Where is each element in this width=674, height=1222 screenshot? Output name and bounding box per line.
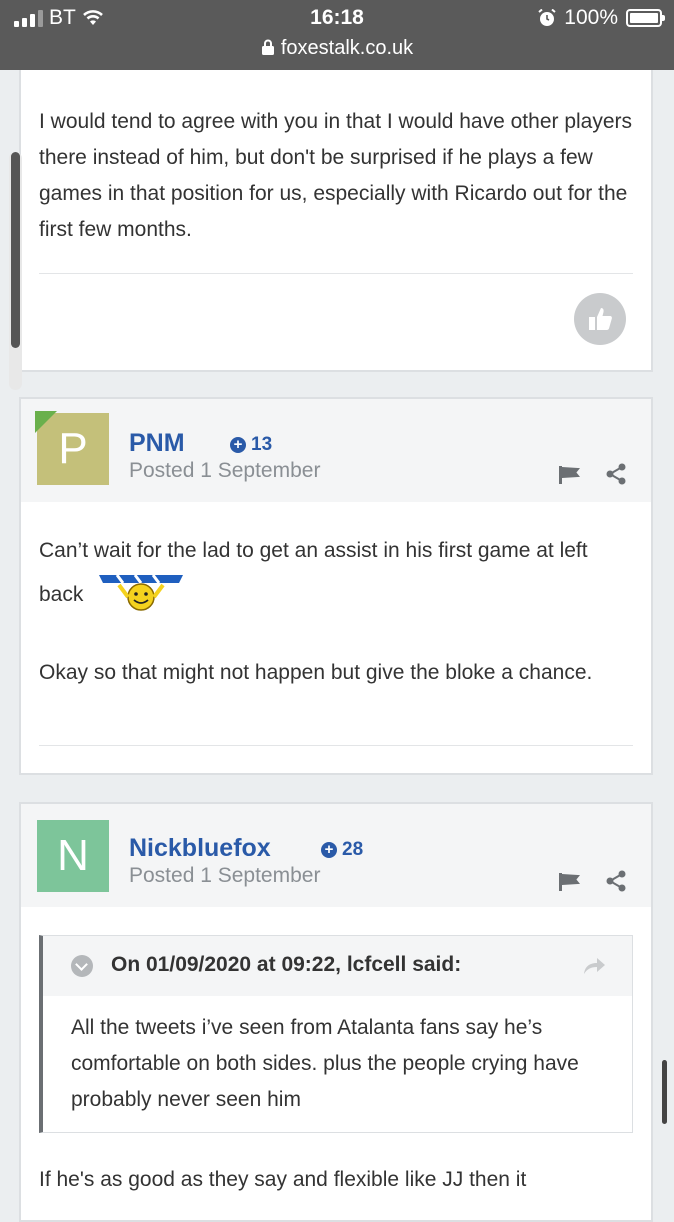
username-link[interactable]: PNM [129, 429, 185, 458]
collapse-chevron-icon[interactable] [71, 955, 93, 977]
like-button[interactable] [574, 293, 626, 345]
avatar-letter: P [58, 424, 88, 473]
post-pnm: P PNM + 13 Posted 1 September Can’t wait… [19, 397, 653, 775]
divider [39, 745, 633, 746]
post-tools [559, 870, 627, 892]
post-tools [559, 463, 627, 485]
reputation-badge: + 28 [321, 839, 363, 861]
thumbs-up-icon [589, 308, 612, 330]
share-icon[interactable] [605, 870, 627, 892]
url-text: foxestalk.co.uk [280, 37, 414, 59]
username-link[interactable]: Nickbluefox [129, 834, 271, 863]
lock-icon [261, 39, 274, 55]
post-text: Okay so that might not happen but give t… [39, 661, 593, 684]
post-paragraph: Can’t wait for the lad to get an assist … [39, 533, 633, 613]
quote-header: On 01/09/2020 at 09:22, lcfcell said: [43, 936, 632, 996]
page-scrollbar[interactable] [662, 1060, 667, 1124]
avatar[interactable]: N [37, 820, 109, 892]
address-bar[interactable]: foxestalk.co.uk [0, 37, 674, 60]
cheering-smiley-icon [99, 574, 184, 611]
plus-circle-icon: + [321, 842, 337, 858]
go-to-quote-arrow-icon[interactable] [582, 957, 606, 975]
post-nickbluefox: N Nickbluefox + 28 Posted 1 September On… [19, 802, 653, 1222]
post-date-link[interactable]: Posted 1 September [129, 459, 320, 483]
battery-icon [626, 9, 665, 27]
alarm-icon [538, 9, 556, 26]
quote-body: All the tweets i’ve seen from Atalanta f… [71, 1016, 579, 1111]
battery-status: 100% [538, 6, 665, 30]
post-content: If he's as good as they say and flexible… [21, 1162, 651, 1198]
status-bar: BT 16:18 100% foxestalk.co.uk [0, 0, 674, 70]
left-scroll-thumb [11, 152, 20, 348]
post-header: N Nickbluefox + 28 Posted 1 September [21, 804, 651, 907]
report-flag-icon[interactable] [559, 466, 581, 484]
post-previous: I would tend to agree with you in that I… [19, 50, 653, 372]
report-flag-icon[interactable] [559, 873, 581, 891]
quote-block: On 01/09/2020 at 09:22, lcfcell said: Al… [39, 935, 633, 1133]
quote-citation: On 01/09/2020 at 09:22, lcfcell said: [111, 953, 462, 976]
divider [39, 273, 633, 274]
avatar[interactable]: P [35, 411, 109, 485]
share-icon[interactable] [605, 463, 627, 485]
online-indicator [35, 411, 57, 433]
post-text: I would tend to agree with you in that I… [39, 110, 633, 241]
post-header: P PNM + 13 Posted 1 September [21, 399, 651, 502]
post-text: If he's as good as they say and flexible… [39, 1168, 527, 1191]
reputation-count: 28 [342, 839, 364, 860]
post-content: Can’t wait for the lad to get an assist … [21, 502, 651, 691]
battery-percentage: 100% [564, 6, 618, 29]
avatar-letter: N [57, 831, 89, 880]
reputation-badge: + 13 [230, 434, 272, 456]
post-date-link[interactable]: Posted 1 September [129, 864, 320, 888]
reputation-count: 13 [251, 434, 273, 455]
plus-circle-icon: + [230, 437, 246, 453]
post-content: I would tend to agree with you in that I… [21, 50, 651, 248]
